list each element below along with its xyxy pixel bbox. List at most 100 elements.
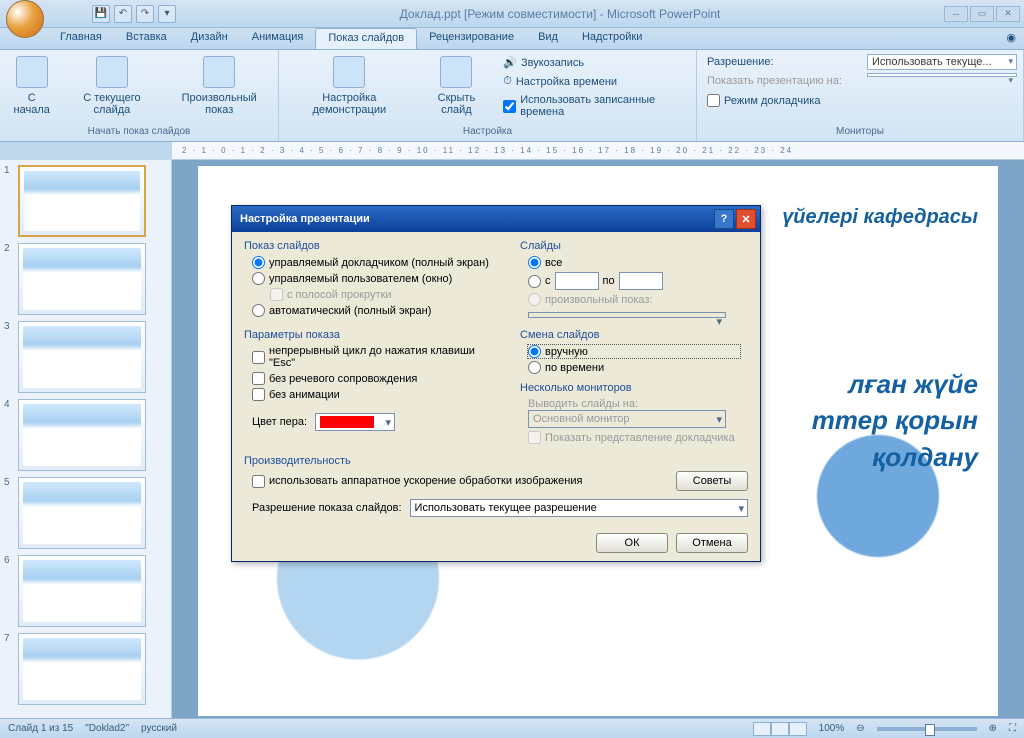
pen-color-dropdown[interactable] bbox=[315, 413, 395, 431]
setup-slideshow-button[interactable]: Настройка демонстрации bbox=[285, 54, 414, 118]
check-no-narration[interactable]: без речевого сопровождения bbox=[252, 372, 504, 385]
from-spinner[interactable] bbox=[555, 272, 599, 290]
thumb-num: 7 bbox=[4, 633, 14, 705]
presenter-checkbox[interactable] bbox=[707, 94, 720, 107]
thumb-num: 4 bbox=[4, 399, 14, 471]
radio-kiosk[interactable]: автоматический (полный экран) bbox=[252, 304, 504, 317]
qat-undo[interactable]: ↶ bbox=[114, 5, 132, 23]
slide-body: лған жүйе ттер қорын қолдану bbox=[812, 366, 978, 475]
resolution-label: Разрешение: bbox=[707, 56, 857, 68]
qat-redo[interactable]: ↷ bbox=[136, 5, 154, 23]
show-on-label: Показать презентацию на: bbox=[707, 75, 857, 87]
thumbnail-7[interactable]: 7 bbox=[4, 633, 167, 705]
presenter-mode-check[interactable]: Режим докладчика bbox=[703, 92, 861, 109]
radio-all-slides[interactable]: все bbox=[528, 256, 740, 269]
tab-review[interactable]: Рецензирование bbox=[417, 28, 526, 49]
resolution-dropdown[interactable]: Использовать текуще... bbox=[867, 54, 1017, 70]
use-timings-checkbox[interactable] bbox=[503, 100, 516, 113]
tips-button[interactable]: Советы bbox=[676, 471, 748, 491]
fit-button[interactable]: ⛶ bbox=[1009, 723, 1016, 734]
to-spinner[interactable] bbox=[619, 272, 663, 290]
group-monitors-label: Мониторы bbox=[703, 124, 1017, 139]
thumbnail-4[interactable]: 4 bbox=[4, 399, 167, 471]
tab-design[interactable]: Дизайн bbox=[179, 28, 240, 49]
from-beginning-button[interactable]: С начала bbox=[6, 54, 57, 118]
slideshow-view-button[interactable] bbox=[789, 722, 807, 736]
zoom-in-button[interactable]: ⊕ bbox=[989, 723, 997, 734]
thumbnail-1[interactable]: 1 bbox=[4, 165, 167, 237]
status-language[interactable]: русский bbox=[141, 723, 177, 734]
check-no-animation[interactable]: без анимации bbox=[252, 388, 504, 401]
dialog-close-button[interactable]: ✕ bbox=[736, 209, 756, 229]
check-loop[interactable]: непрерывный цикл до нажатия клавиши "Esc… bbox=[252, 345, 504, 369]
cancel-button[interactable]: Отмена bbox=[676, 533, 748, 553]
radio-manual[interactable]: вручную bbox=[528, 345, 740, 358]
tab-view[interactable]: Вид bbox=[526, 28, 570, 49]
slide-thumbnail-panel: ▭ ≡ 1 2 3 4 5 6 7 bbox=[0, 160, 172, 718]
status-theme: "Doklad2" bbox=[85, 723, 129, 734]
slideshow-resolution-dropdown[interactable]: Использовать текущее разрешение bbox=[410, 499, 748, 517]
sorter-view-button[interactable] bbox=[771, 722, 789, 736]
tab-insert[interactable]: Вставка bbox=[114, 28, 179, 49]
thumbnail-3[interactable]: 3 bbox=[4, 321, 167, 393]
maximize-button[interactable]: ▭ bbox=[970, 6, 994, 22]
qat-customize[interactable]: ▾ bbox=[158, 5, 176, 23]
ok-button[interactable]: ОК bbox=[596, 533, 668, 553]
rehearse-timings-button[interactable]: ⏱ Настройка времени bbox=[499, 73, 690, 90]
normal-view-button[interactable] bbox=[753, 722, 771, 736]
use-timings-label: Использовать записанные времена bbox=[520, 94, 686, 118]
advance-label: Смена слайдов bbox=[520, 329, 740, 341]
resolution-lbl2: Разрешение показа слайдов: bbox=[252, 502, 402, 514]
record-label: Звукозапись bbox=[521, 57, 584, 69]
thumbnail-5[interactable]: 5 bbox=[4, 477, 167, 549]
slides-range-label: Слайды bbox=[520, 240, 740, 252]
dialog-help-button[interactable]: ? bbox=[714, 209, 734, 229]
thumb-num: 5 bbox=[4, 477, 14, 549]
show-type-label: Показ слайдов bbox=[244, 240, 504, 252]
zoom-out-button[interactable]: ⊖ bbox=[856, 723, 864, 734]
record-narration-button[interactable]: 🔊 Звукозапись bbox=[499, 54, 690, 71]
radio-range-slides[interactable]: с по bbox=[528, 272, 740, 290]
radio-presenter[interactable]: управляемый докладчиком (полный экран) bbox=[252, 256, 504, 269]
custom-show-button[interactable]: Произвольный показ bbox=[166, 54, 272, 118]
pen-color-label: Цвет пера: bbox=[252, 416, 307, 428]
office-button[interactable] bbox=[6, 0, 44, 38]
play-icon bbox=[16, 56, 48, 88]
thumbnail-2[interactable]: 2 bbox=[4, 243, 167, 315]
slide-heading: үйелері кафедрасы bbox=[782, 206, 978, 229]
zoom-level[interactable]: 100% bbox=[819, 723, 845, 734]
use-timings-check[interactable]: Использовать записанные времена bbox=[499, 92, 690, 120]
tab-slideshow[interactable]: Показ слайдов bbox=[315, 28, 417, 49]
status-slide-count: Слайд 1 из 15 bbox=[8, 723, 73, 734]
hide-label: Скрыть слайд bbox=[424, 92, 490, 116]
group-start-label: Начать показ слайдов bbox=[6, 124, 272, 139]
show-on-label2: Выводить слайды на: bbox=[528, 398, 638, 410]
setup-show-dialog: Настройка презентации ? ✕ Показ слайдов … bbox=[231, 205, 761, 562]
from-beginning-label: С начала bbox=[10, 92, 53, 116]
thumb-num: 6 bbox=[4, 555, 14, 627]
monitor-dropdown: Основной монитор bbox=[528, 410, 726, 428]
minimize-button[interactable]: ─ bbox=[944, 6, 968, 22]
zoom-slider[interactable] bbox=[877, 727, 977, 731]
hide-slide-button[interactable]: Скрыть слайд bbox=[420, 54, 494, 118]
show-options-label: Параметры показа bbox=[244, 329, 504, 341]
color-swatch bbox=[320, 416, 374, 428]
tab-home[interactable]: Главная bbox=[48, 28, 114, 49]
check-hw-accel[interactable]: использовать аппаратное ускорение обрабо… bbox=[252, 475, 582, 488]
from-current-label: С текущего слайда bbox=[67, 92, 156, 116]
check-presenter-view: Показать представление докладчика bbox=[528, 431, 740, 444]
tab-addins[interactable]: Надстройки bbox=[570, 28, 654, 49]
thumb-num: 1 bbox=[4, 165, 14, 237]
show-on-dropdown bbox=[867, 73, 1017, 77]
rehearse-label: Настройка времени bbox=[516, 76, 617, 88]
radio-timings[interactable]: по времени bbox=[528, 361, 740, 374]
custom-show-icon bbox=[203, 56, 235, 88]
help-icon[interactable]: ◉ bbox=[998, 28, 1024, 49]
qat-save[interactable]: 💾 bbox=[92, 5, 110, 23]
radio-browsed[interactable]: управляемый пользователем (окно) bbox=[252, 272, 504, 285]
close-button[interactable]: ✕ bbox=[996, 6, 1020, 22]
monitors-label: Несколько мониторов bbox=[520, 382, 740, 394]
tab-animation[interactable]: Анимация bbox=[240, 28, 316, 49]
thumbnail-6[interactable]: 6 bbox=[4, 555, 167, 627]
from-current-button[interactable]: С текущего слайда bbox=[63, 54, 160, 118]
